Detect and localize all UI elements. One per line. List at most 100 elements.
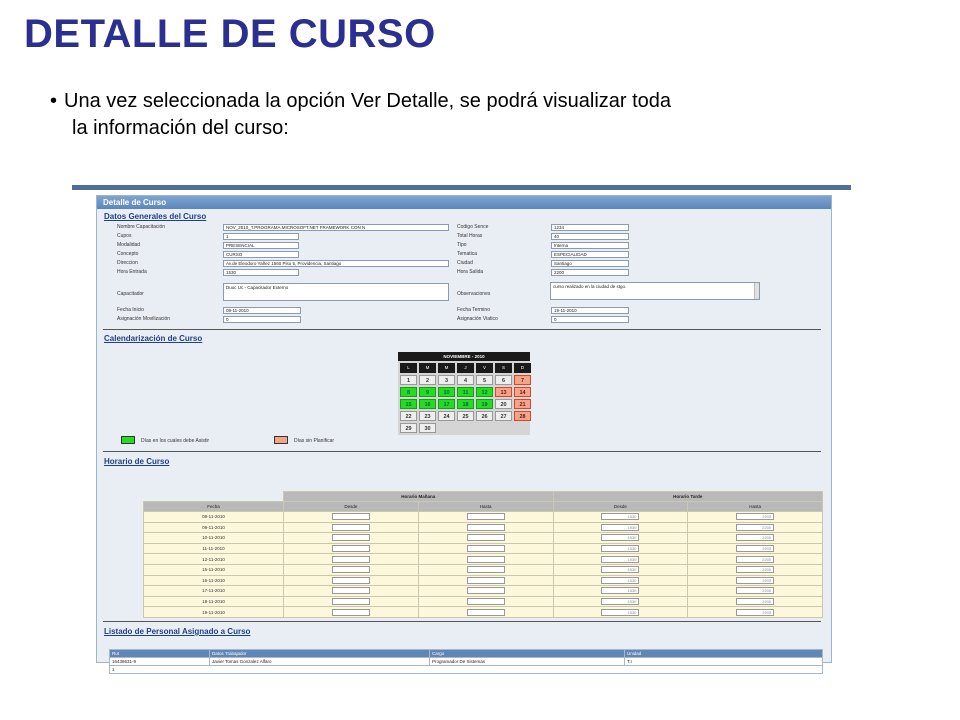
horario-tarde-desde-input[interactable]: 1530	[601, 608, 640, 616]
calendar-day[interactable]: 1	[400, 375, 417, 385]
horario-manana-hasta-input[interactable]	[466, 566, 505, 574]
horario-manana-desde-input[interactable]	[331, 555, 370, 563]
calendar-day[interactable]: 12	[476, 387, 493, 397]
calendar-day[interactable]: 17	[438, 399, 455, 409]
horario-manana-hasta-input[interactable]	[466, 545, 505, 553]
horario-manana-hasta-input[interactable]	[466, 513, 505, 521]
horario-tarde-desde-input[interactable]: 1530	[601, 587, 640, 595]
horario-row: 15-11-2010 1530 2200	[143, 563, 823, 576]
horario-tarde-hasta-input[interactable]: 2200	[736, 555, 775, 563]
horario-manana-desde-input[interactable]	[331, 587, 370, 595]
horario-tarde-hasta-input[interactable]: 2200	[736, 566, 775, 574]
calendar-day[interactable]: 16	[419, 399, 436, 409]
calendar-day[interactable]: 22	[400, 411, 417, 421]
asignacion-viatico-field[interactable]: 0	[551, 316, 629, 323]
general-left-field[interactable]: CURSO	[223, 251, 299, 258]
general-right-field[interactable]: 2200	[551, 269, 629, 276]
horario-tarde-desde-input[interactable]: 1530	[601, 555, 640, 563]
calendar-day[interactable]: 19	[476, 399, 493, 409]
horario-tarde-desde-input[interactable]: 1530	[601, 598, 640, 606]
calendar-day[interactable]: 23	[419, 411, 436, 421]
fecha-termino-field[interactable]: 19-11-2010	[551, 307, 629, 314]
horario-tarde-hasta-input[interactable]: 2200	[736, 576, 775, 584]
calendar-day[interactable]: 13	[495, 387, 512, 397]
calendar-day[interactable]: 8	[400, 387, 417, 397]
horario-manana-desde-input[interactable]	[331, 576, 370, 584]
horario-tarde-desde-input[interactable]: 1530	[601, 534, 640, 542]
calendar-day[interactable]: 3	[438, 375, 455, 385]
horario-manana-desde-input[interactable]	[331, 598, 370, 606]
calendar-day[interactable]: 15	[400, 399, 417, 409]
horario-manana-hasta-input[interactable]	[466, 555, 505, 563]
calendar-day[interactable]: 6	[495, 375, 512, 385]
capacitador-field[interactable]: Duoc Uc - Capacitador Externo	[223, 283, 449, 301]
general-right-field[interactable]: 40	[551, 233, 629, 240]
calendar-day[interactable]: 2	[419, 375, 436, 385]
horario-tarde-hasta-input[interactable]: 2200	[736, 545, 775, 553]
horario-tarde-desde-input[interactable]: 1530	[601, 523, 640, 531]
calendar-day[interactable]: 11	[457, 387, 474, 397]
calendar-day[interactable]: 7	[514, 375, 531, 385]
horario-manana-desde-input[interactable]	[331, 534, 370, 542]
personal-col-header: Cargo	[429, 649, 625, 658]
calendar-day[interactable]: 29	[400, 423, 417, 433]
general-left-field[interactable]: NOV_2010_T.PROGRAMA.MICROSOFT.NET FRAMEW…	[223, 224, 449, 231]
observaciones-field[interactable]: curso realizado en la ciudad de stgo.	[550, 282, 760, 300]
horario-tarde-hasta-input[interactable]: 2200	[736, 513, 775, 521]
personal-row[interactable]: 16436631-9 Javier Tomas Gonzalez Alfaro Pr…	[109, 657, 823, 666]
horario-tarde-hasta-input[interactable]: 2200	[736, 608, 775, 616]
general-left-field[interactable]: 1530	[223, 269, 299, 276]
calendar-day[interactable]: 27	[495, 411, 512, 421]
calendar-day[interactable]: 20	[495, 399, 512, 409]
calendar-day[interactable]: 25	[457, 411, 474, 421]
general-left-field[interactable]: 1	[223, 233, 299, 240]
horario-tarde-hasta-input[interactable]: 2200	[736, 587, 775, 595]
general-right-field[interactable]: Interna	[551, 242, 629, 249]
general-right-field[interactable]: Santiago	[551, 260, 629, 267]
horario-manana-hasta-input[interactable]	[466, 534, 505, 542]
horario-manana-desde-input[interactable]	[331, 608, 370, 616]
calendar-day[interactable]: 4	[457, 375, 474, 385]
calendar-day[interactable]: 10	[438, 387, 455, 397]
fecha-inicio-field[interactable]: 08-11-2010	[223, 307, 301, 314]
horario-tarde-hasta-input[interactable]: 2200	[736, 534, 775, 542]
pagination-page[interactable]: 1	[109, 665, 823, 674]
calendar-day[interactable]: 26	[476, 411, 493, 421]
general-left-field[interactable]: PRESENCIAL	[223, 242, 299, 249]
horario-tarde-desde-input[interactable]: 1530	[601, 513, 640, 521]
horario-manana-hasta-input[interactable]	[466, 608, 505, 616]
personal-col-header: Rut	[109, 649, 210, 658]
asignacion-movilizacion-field[interactable]: 0	[223, 316, 301, 323]
horario-manana-desde-input[interactable]	[331, 566, 370, 574]
horario-group-spacer	[144, 492, 284, 502]
calendar-day[interactable]: 9	[419, 387, 436, 397]
calendar-day[interactable]: 5	[476, 375, 493, 385]
calendar-day[interactable]: 30	[419, 423, 436, 433]
horario-tarde-desde-input[interactable]: 1530	[601, 576, 640, 584]
general-right-field[interactable]: ESPECIALIDAD	[551, 251, 629, 258]
col-manana-hasta: Hasta	[417, 501, 554, 512]
calendar-day[interactable]: 14	[514, 387, 531, 397]
horario-manana-hasta-input[interactable]	[466, 523, 505, 531]
personal-cell: 16436631-9	[109, 657, 210, 666]
horario-manana-hasta-input[interactable]	[466, 587, 505, 595]
horario-manana-hasta-input[interactable]	[466, 576, 505, 584]
horario-cell	[417, 511, 554, 523]
calendar-day[interactable]: 18	[457, 399, 474, 409]
horario-cell	[283, 542, 419, 555]
calendar-day[interactable]: 28	[514, 411, 531, 421]
horario-manana-desde-input[interactable]	[331, 513, 370, 521]
horario-tarde-hasta-input[interactable]: 2200	[736, 598, 775, 606]
general-right-field[interactable]: 1234	[551, 224, 629, 231]
horario-tarde-desde-input[interactable]: 1530	[601, 545, 640, 553]
observaciones-scrollbar[interactable]	[754, 283, 759, 299]
calendar-day[interactable]: 24	[438, 411, 455, 421]
calendar-day[interactable]: 21	[514, 399, 531, 409]
horario-manana-desde-input[interactable]	[331, 523, 370, 531]
horario-manana-hasta-input[interactable]	[466, 598, 505, 606]
general-left-field[interactable]: Av.de Eleodoro Yañez 1560 Piso 5, Provid…	[223, 260, 449, 267]
horario-manana-desde-input[interactable]	[331, 545, 370, 553]
calendar-day-name: V	[476, 363, 493, 373]
horario-tarde-desde-input[interactable]: 1530	[601, 566, 640, 574]
horario-tarde-hasta-input[interactable]: 2200	[736, 523, 775, 531]
